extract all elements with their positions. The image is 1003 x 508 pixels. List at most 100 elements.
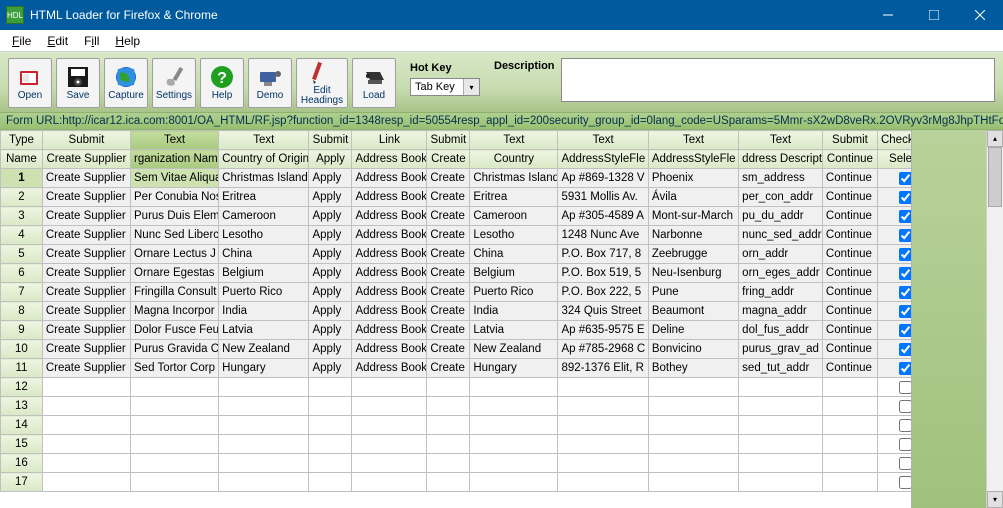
cell[interactable] bbox=[131, 435, 219, 454]
cell[interactable]: Address Book bbox=[352, 283, 427, 302]
row-header[interactable]: 8 bbox=[1, 302, 43, 321]
cell[interactable] bbox=[739, 416, 823, 435]
cell[interactable] bbox=[648, 416, 738, 435]
cell[interactable]: Apply bbox=[309, 245, 352, 264]
cell[interactable] bbox=[877, 473, 911, 492]
cell[interactable]: Create bbox=[427, 340, 470, 359]
cell[interactable]: Purus Duis Elem bbox=[131, 207, 219, 226]
table-row[interactable]: 13 bbox=[1, 397, 912, 416]
cell[interactable]: Apply bbox=[309, 302, 352, 321]
cell[interactable]: Create Supplier bbox=[42, 245, 130, 264]
cell[interactable] bbox=[877, 302, 911, 321]
cell[interactable] bbox=[309, 416, 352, 435]
cell[interactable] bbox=[470, 397, 558, 416]
cell[interactable]: orn_eges_addr bbox=[739, 264, 823, 283]
cell[interactable]: Continue bbox=[822, 226, 877, 245]
cell[interactable]: Continue bbox=[822, 283, 877, 302]
vertical-scrollbar[interactable]: ▴ ▾ bbox=[986, 130, 1003, 508]
cell[interactable]: Narbonne bbox=[648, 226, 738, 245]
row-header[interactable]: 15 bbox=[1, 435, 43, 454]
cell[interactable] bbox=[877, 283, 911, 302]
cell[interactable]: Lesotho bbox=[470, 226, 558, 245]
cell[interactable]: Continue bbox=[822, 264, 877, 283]
column-header[interactable]: Create Supplier bbox=[42, 150, 130, 169]
cell[interactable] bbox=[219, 416, 309, 435]
cell[interactable] bbox=[877, 245, 911, 264]
row-header[interactable]: 3 bbox=[1, 207, 43, 226]
cell[interactable]: Ap #305-4589 A bbox=[558, 207, 648, 226]
table-row[interactable]: 14 bbox=[1, 416, 912, 435]
minimize-button[interactable] bbox=[865, 0, 911, 30]
cell[interactable]: Address Book bbox=[352, 245, 427, 264]
column-header[interactable]: rganization Name bbox=[131, 150, 219, 169]
cell[interactable]: Create bbox=[427, 226, 470, 245]
cell[interactable]: Ap #785-2968 C bbox=[558, 340, 648, 359]
cell[interactable]: magna_addr bbox=[739, 302, 823, 321]
cell[interactable] bbox=[877, 397, 911, 416]
cell[interactable] bbox=[822, 473, 877, 492]
row-header[interactable]: 12 bbox=[1, 378, 43, 397]
cell[interactable]: Hungary bbox=[470, 359, 558, 378]
cell[interactable] bbox=[877, 340, 911, 359]
cell[interactable] bbox=[648, 473, 738, 492]
data-grid[interactable]: TypeSubmitTextTextSubmitLinkSubmitTextTe… bbox=[0, 130, 911, 508]
scroll-up-icon[interactable]: ▴ bbox=[987, 130, 1003, 147]
cell[interactable] bbox=[470, 473, 558, 492]
cell[interactable] bbox=[309, 435, 352, 454]
cell[interactable] bbox=[219, 473, 309, 492]
cell[interactable]: per_con_addr bbox=[739, 188, 823, 207]
cell[interactable] bbox=[219, 454, 309, 473]
close-button[interactable] bbox=[957, 0, 1003, 30]
cell[interactable] bbox=[648, 397, 738, 416]
cell[interactable]: Continue bbox=[822, 359, 877, 378]
cell[interactable] bbox=[42, 397, 130, 416]
cell[interactable] bbox=[648, 378, 738, 397]
row-header[interactable]: 6 bbox=[1, 264, 43, 283]
table-row[interactable]: 16 bbox=[1, 454, 912, 473]
cell[interactable]: Apply bbox=[309, 264, 352, 283]
cell[interactable]: Create bbox=[427, 245, 470, 264]
cell[interactable]: Apply bbox=[309, 169, 352, 188]
cell[interactable]: Lesotho bbox=[219, 226, 309, 245]
cell[interactable]: Purus Gravida C bbox=[131, 340, 219, 359]
cell[interactable] bbox=[470, 435, 558, 454]
cell[interactable]: Create bbox=[427, 302, 470, 321]
select-checkbox[interactable] bbox=[899, 343, 911, 356]
cell[interactable] bbox=[739, 473, 823, 492]
cell[interactable] bbox=[42, 454, 130, 473]
cell[interactable]: Bonvicino bbox=[648, 340, 738, 359]
column-header[interactable]: Address Book bbox=[352, 150, 427, 169]
menu-edit[interactable]: Edit bbox=[47, 34, 68, 48]
cell[interactable] bbox=[558, 454, 648, 473]
column-header[interactable]: Create bbox=[427, 150, 470, 169]
cell[interactable]: Ap #635-9575 E bbox=[558, 321, 648, 340]
select-checkbox[interactable] bbox=[899, 305, 911, 318]
cell[interactable]: Create Supplier bbox=[42, 188, 130, 207]
cell[interactable]: Sem Vitae Aliqua bbox=[131, 169, 219, 188]
column-header[interactable]: Text bbox=[739, 131, 823, 150]
cell[interactable] bbox=[877, 169, 911, 188]
row-header[interactable]: 13 bbox=[1, 397, 43, 416]
cell[interactable]: Neu-Isenburg bbox=[648, 264, 738, 283]
row-header[interactable]: 7 bbox=[1, 283, 43, 302]
row-header[interactable]: 1 bbox=[1, 169, 43, 188]
cell[interactable]: Belgium bbox=[470, 264, 558, 283]
column-header[interactable]: Country bbox=[470, 150, 558, 169]
menu-help[interactable]: Help bbox=[115, 34, 140, 48]
cell[interactable]: China bbox=[470, 245, 558, 264]
cell[interactable]: Create bbox=[427, 283, 470, 302]
column-header[interactable]: Submit bbox=[309, 131, 352, 150]
capture-button[interactable]: Capture bbox=[104, 58, 148, 108]
table-row[interactable]: 12 bbox=[1, 378, 912, 397]
column-header[interactable]: Text bbox=[648, 131, 738, 150]
cell[interactable]: Create Supplier bbox=[42, 340, 130, 359]
cell[interactable] bbox=[558, 378, 648, 397]
cell[interactable] bbox=[648, 454, 738, 473]
open-button[interactable]: Open bbox=[8, 58, 52, 108]
cell[interactable] bbox=[309, 454, 352, 473]
cell[interactable]: Apply bbox=[309, 188, 352, 207]
row-header[interactable]: 4 bbox=[1, 226, 43, 245]
cell[interactable] bbox=[427, 473, 470, 492]
cell[interactable]: Latvia bbox=[219, 321, 309, 340]
cell[interactable]: Create Supplier bbox=[42, 226, 130, 245]
